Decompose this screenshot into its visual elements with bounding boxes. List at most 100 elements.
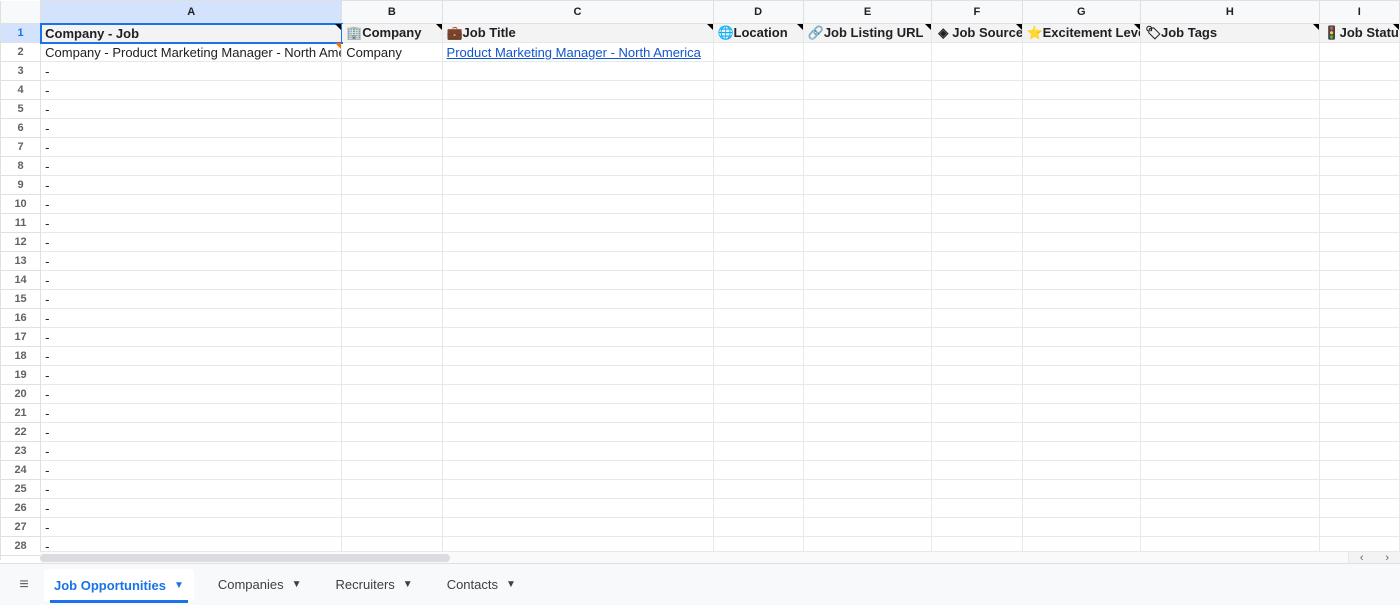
cell-B4[interactable] (342, 81, 442, 100)
cell-F23[interactable] (932, 442, 1022, 461)
cell-E21[interactable] (803, 404, 931, 423)
cell-G20[interactable] (1022, 385, 1140, 404)
cell-B15[interactable] (342, 290, 442, 309)
cell-A6[interactable]: - (41, 119, 342, 138)
cell-G7[interactable] (1022, 138, 1140, 157)
cell-G23[interactable] (1022, 442, 1140, 461)
cell-H25[interactable] (1141, 480, 1320, 499)
cell-I6[interactable] (1319, 119, 1399, 138)
cell-I9[interactable] (1319, 176, 1399, 195)
column-header-G[interactable]: G (1022, 1, 1140, 24)
sheet-tab-companies[interactable]: Companies▼ (208, 569, 312, 601)
cell-F20[interactable] (932, 385, 1022, 404)
column-header-C[interactable]: C (442, 1, 713, 24)
cell-G27[interactable] (1022, 518, 1140, 537)
cell-E5[interactable] (803, 100, 931, 119)
cell-note-indicator[interactable] (1016, 24, 1022, 30)
cell-H27[interactable] (1141, 518, 1320, 537)
cell-C21[interactable] (442, 404, 713, 423)
cell-D6[interactable] (713, 119, 803, 138)
cell-G24[interactable] (1022, 461, 1140, 480)
sheet-tab-job-opportunities[interactable]: Job Opportunities▼ (44, 569, 194, 601)
cell-A21[interactable]: - (41, 404, 342, 423)
cell-G15[interactable] (1022, 290, 1140, 309)
scroll-right-icon[interactable]: › (1375, 552, 1400, 563)
scroll-left-icon[interactable]: ‹ (1349, 552, 1375, 563)
cell-B14[interactable] (342, 271, 442, 290)
row-header-18[interactable]: 18 (1, 347, 41, 366)
cell-B17[interactable] (342, 328, 442, 347)
cell-I15[interactable] (1319, 290, 1399, 309)
cell-F11[interactable] (932, 214, 1022, 233)
cell-I12[interactable] (1319, 233, 1399, 252)
cell-D25[interactable] (713, 480, 803, 499)
cell-E16[interactable] (803, 309, 931, 328)
cell-I4[interactable] (1319, 81, 1399, 100)
cell-F5[interactable] (932, 100, 1022, 119)
cell-I16[interactable] (1319, 309, 1399, 328)
cell-F4[interactable] (932, 81, 1022, 100)
cell-A7[interactable]: - (41, 138, 342, 157)
row-header-6[interactable]: 6 (1, 119, 41, 138)
cell-G10[interactable] (1022, 195, 1140, 214)
cell-C8[interactable] (442, 157, 713, 176)
cell-D9[interactable] (713, 176, 803, 195)
header-cell-E[interactable]: 🔗Job Listing URL (803, 24, 931, 43)
cell-A13[interactable]: - (41, 252, 342, 271)
cell-C9[interactable] (442, 176, 713, 195)
cell-E2[interactable] (803, 43, 931, 62)
row-header-19[interactable]: 19 (1, 366, 41, 385)
cell-G18[interactable] (1022, 347, 1140, 366)
cell-D12[interactable] (713, 233, 803, 252)
cell-I21[interactable] (1319, 404, 1399, 423)
cell-F26[interactable] (932, 499, 1022, 518)
cell-E24[interactable] (803, 461, 931, 480)
row-header-11[interactable]: 11 (1, 214, 41, 233)
cell-A2[interactable]: Company - Product Marketing Manager - No… (41, 43, 342, 62)
cell-F12[interactable] (932, 233, 1022, 252)
cell-H5[interactable] (1141, 100, 1320, 119)
cell-C18[interactable] (442, 347, 713, 366)
row-header-25[interactable]: 25 (1, 480, 41, 499)
cell-H10[interactable] (1141, 195, 1320, 214)
cell-H12[interactable] (1141, 233, 1320, 252)
cell-D16[interactable] (713, 309, 803, 328)
cell-E27[interactable] (803, 518, 931, 537)
header-cell-C[interactable]: 💼Job Title (442, 24, 713, 43)
cell-I22[interactable] (1319, 423, 1399, 442)
horizontal-scrollbar[interactable] (40, 551, 1348, 563)
cell-G11[interactable] (1022, 214, 1140, 233)
cell-D7[interactable] (713, 138, 803, 157)
cell-B26[interactable] (342, 499, 442, 518)
cell-A14[interactable]: - (41, 271, 342, 290)
cell-H26[interactable] (1141, 499, 1320, 518)
cell-B13[interactable] (342, 252, 442, 271)
cell-F2[interactable] (932, 43, 1022, 62)
cell-C14[interactable] (442, 271, 713, 290)
cell-B11[interactable] (342, 214, 442, 233)
cell-A16[interactable]: - (41, 309, 342, 328)
cell-D24[interactable] (713, 461, 803, 480)
cell-E14[interactable] (803, 271, 931, 290)
cell-E22[interactable] (803, 423, 931, 442)
header-cell-B[interactable]: 🏢Company (342, 24, 442, 43)
cell-H22[interactable] (1141, 423, 1320, 442)
row-header-27[interactable]: 27 (1, 518, 41, 537)
cell-E11[interactable] (803, 214, 931, 233)
cell-H13[interactable] (1141, 252, 1320, 271)
cell-G13[interactable] (1022, 252, 1140, 271)
cell-F18[interactable] (932, 347, 1022, 366)
cell-I17[interactable] (1319, 328, 1399, 347)
cell-G22[interactable] (1022, 423, 1140, 442)
header-cell-A[interactable]: Company - Job (41, 24, 342, 43)
cell-B24[interactable] (342, 461, 442, 480)
cell-I10[interactable] (1319, 195, 1399, 214)
cell-D20[interactable] (713, 385, 803, 404)
sheet-tab-recruiters[interactable]: Recruiters▼ (326, 569, 423, 601)
cell-note-indicator[interactable] (1313, 24, 1319, 30)
cell-F8[interactable] (932, 157, 1022, 176)
cell-C10[interactable] (442, 195, 713, 214)
row-header-23[interactable]: 23 (1, 442, 41, 461)
cell-note-indicator[interactable] (797, 24, 803, 30)
cell-A3[interactable]: - (41, 62, 342, 81)
